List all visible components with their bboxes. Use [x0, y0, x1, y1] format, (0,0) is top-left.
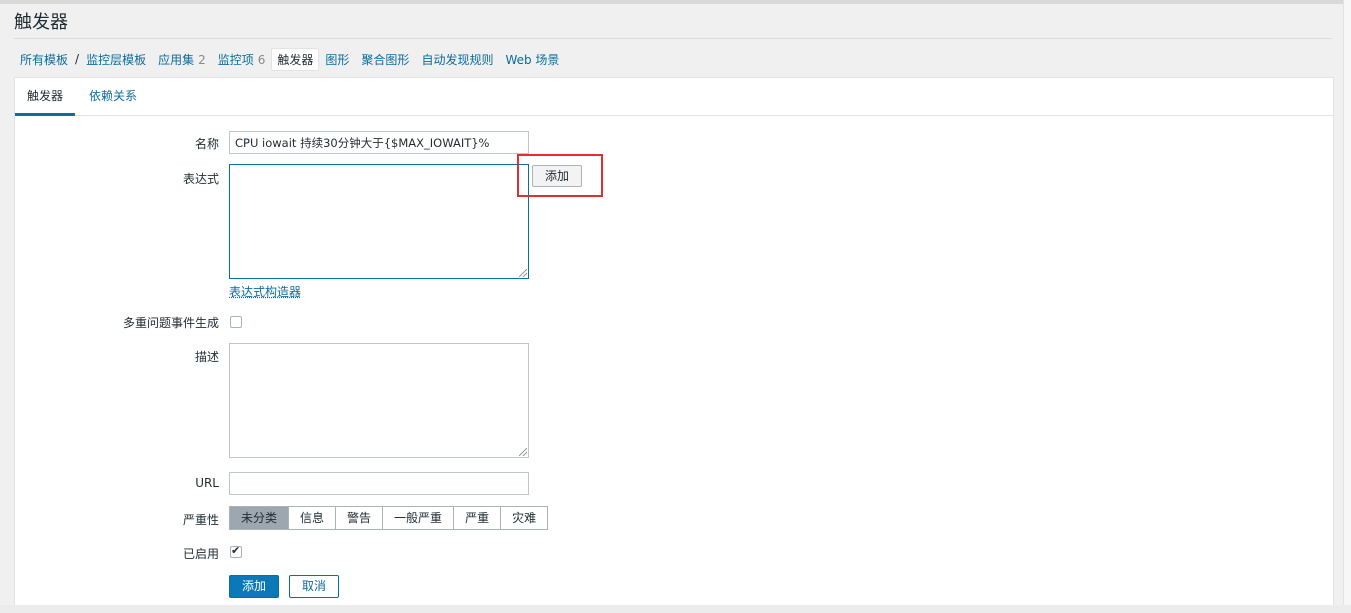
page-title: 触发器 — [14, 12, 68, 33]
tab-bar: 触发器 依赖关系 — [15, 78, 1333, 116]
enabled-checkbox[interactable]: ✔ — [230, 544, 242, 558]
name-input[interactable]: CPU iowait 持续30分钟大于{$MAX_IOWAIT}% — [229, 131, 529, 154]
name-label: 名称 — [194, 137, 219, 151]
severity-average[interactable]: 一般严重 — [383, 506, 455, 530]
checkmark-icon: ✔ — [231, 544, 241, 557]
description-label: 描述 — [194, 350, 219, 364]
breadcrumb-triggers[interactable]: 触发器 — [271, 47, 320, 71]
severity-disaster[interactable]: 灾难 — [501, 506, 549, 530]
applications-count: 2 — [198, 52, 206, 67]
severity-warning[interactable]: 警告 — [336, 506, 384, 530]
resize-grip-icon[interactable] — [519, 269, 527, 277]
expression-builder-link[interactable]: 表达式构造器 — [229, 283, 301, 300]
cancel-button[interactable]: 取消 — [289, 575, 339, 598]
submit-add-button[interactable]: 添加 — [229, 575, 279, 598]
breadcrumb-all-templates[interactable]: 所有模板 — [14, 48, 74, 71]
breadcrumb-screens[interactable]: 聚合图形 — [355, 48, 415, 71]
tab-dependencies[interactable]: 依赖关系 — [77, 78, 149, 116]
severity-label: 严重性 — [182, 513, 219, 527]
breadcrumb: 所有模板 / 监控层模板 应用集 2 监控项 6 触发器 图形 聚合图形 自动发现规… — [14, 47, 565, 71]
breadcrumb-template[interactable]: 监控层模板 — [80, 48, 152, 71]
multiple-events-label: 多重问题事件生成 — [122, 316, 219, 330]
expression-label: 表达式 — [182, 172, 219, 186]
bottom-strip — [0, 605, 1351, 613]
severity-information[interactable]: 信息 — [289, 506, 337, 530]
resize-grip-icon[interactable] — [519, 448, 527, 456]
severity-selector: 未分类 信息 警告 一般严重 严重 灾难 — [229, 506, 549, 530]
url-label: URL — [195, 476, 219, 490]
severity-not-classified[interactable]: 未分类 — [229, 506, 290, 530]
tab-trigger[interactable]: 触发器 — [15, 78, 76, 116]
breadcrumb-graphs[interactable]: 图形 — [319, 48, 355, 71]
breadcrumb-web-scenarios[interactable]: Web 场景 — [499, 48, 565, 71]
trigger-form-panel: 触发器 依赖关系 名称 CPU iowait 持续30分钟大于{$MAX_IOW… — [14, 77, 1334, 605]
breadcrumb-discovery-rules[interactable]: 自动发现规则 — [415, 48, 499, 71]
expression-textarea[interactable] — [229, 164, 529, 279]
annotation-highlight — [517, 154, 603, 197]
enabled-label: 已启用 — [182, 547, 219, 561]
multiple-events-checkbox[interactable] — [230, 316, 242, 328]
url-input[interactable] — [229, 472, 529, 495]
breadcrumb-applications[interactable]: 应用集 2 — [152, 48, 212, 71]
items-count: 6 — [257, 52, 266, 67]
title-divider — [14, 38, 1332, 39]
top-bar — [0, 0, 1351, 4]
description-textarea[interactable] — [229, 343, 529, 458]
window-scrollbar[interactable] — [1343, 0, 1351, 613]
severity-high[interactable]: 严重 — [454, 506, 502, 530]
breadcrumb-items[interactable]: 监控项 6 — [212, 48, 272, 71]
